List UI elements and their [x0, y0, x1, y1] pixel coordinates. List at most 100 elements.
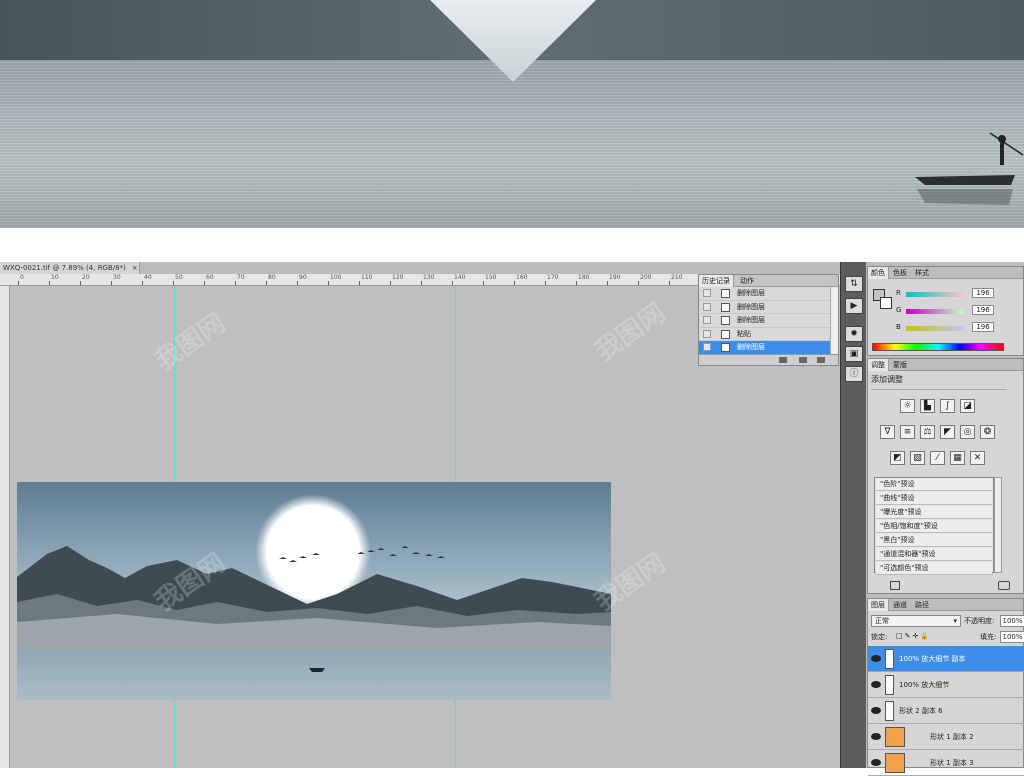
tab-actions[interactable]: 动作 — [737, 275, 757, 287]
ruler-label: 160 — [516, 274, 528, 281]
history-checkbox[interactable] — [703, 289, 711, 297]
tab-adjustments[interactable]: 调整 — [868, 359, 889, 371]
threshold-icon[interactable]: ⁄ — [930, 451, 945, 465]
selective-color-icon[interactable]: ✕ — [970, 451, 985, 465]
history-row-label: 删除图层 — [737, 343, 765, 351]
vibrance-icon[interactable]: ∇ — [880, 425, 895, 439]
history-checkbox[interactable] — [703, 343, 711, 351]
history-row[interactable]: 删除图层 — [699, 287, 838, 301]
background-color-swatch[interactable] — [880, 297, 892, 309]
paste-icon — [721, 329, 730, 339]
adjustments-panel-icon[interactable]: ▣ — [845, 346, 863, 362]
fill-field[interactable]: 100% — [1000, 631, 1024, 643]
preset-black-white[interactable]: "黑白"预设 — [876, 534, 992, 547]
color-spectrum-bar[interactable] — [872, 343, 1004, 351]
trash-icon[interactable] — [817, 357, 825, 363]
eye-icon[interactable] — [871, 707, 881, 714]
snapshot-icon[interactable] — [799, 357, 807, 363]
invert-icon[interactable]: ◩ — [890, 451, 905, 465]
opacity-field[interactable]: 100% — [1000, 615, 1024, 627]
hue-saturation-icon[interactable]: ≡ — [900, 425, 915, 439]
layer-thumbnail — [885, 727, 905, 747]
ruler-tick — [18, 281, 19, 285]
vertical-ruler[interactable] — [0, 286, 10, 768]
black-white-icon[interactable]: ◤ — [940, 425, 955, 439]
history-row[interactable]: 粘贴 — [699, 328, 838, 341]
layer-row[interactable]: 形状 1 副本 3 — [868, 750, 1024, 776]
color-panel-icon[interactable]: ✹ — [845, 326, 863, 342]
history-checkbox[interactable] — [703, 316, 711, 324]
preset-exposure[interactable]: "曝光度"预设 — [876, 506, 992, 519]
posterize-icon[interactable]: ▨ — [910, 451, 925, 465]
history-checkbox[interactable] — [703, 329, 711, 338]
ruler-label: 210 — [671, 274, 683, 281]
layer-row[interactable]: 100% 放大细节 副本 — [868, 646, 1024, 672]
green-slider[interactable] — [906, 309, 964, 314]
tab-layers[interactable]: 图层 — [868, 599, 889, 611]
eye-icon[interactable] — [871, 759, 881, 766]
red-slider[interactable] — [906, 292, 964, 297]
tab-styles[interactable]: 样式 — [912, 267, 932, 279]
history-row-selected[interactable]: 删除图层 — [699, 341, 838, 355]
ruler-tick — [142, 281, 143, 285]
history-scrollbar[interactable] — [830, 287, 838, 355]
channel-label: G — [896, 306, 902, 314]
document-tab[interactable]: WXQ-0021.tif @ 7.89% (4, RGB/8*) × — [0, 262, 140, 274]
curves-icon[interactable]: ∫ — [940, 399, 955, 413]
exposure-icon[interactable]: ◪ — [960, 399, 975, 413]
photo-filter-icon[interactable]: ◎ — [960, 425, 975, 439]
panel-menu-icon[interactable] — [998, 581, 1010, 590]
photoshop-workspace: WXQ-0021.tif @ 7.89% (4, RGB/8*) × 0 10 20 3… — [0, 262, 1024, 776]
preset-scrollbar[interactable] — [994, 477, 1002, 573]
eye-icon[interactable] — [871, 655, 881, 662]
preset-curves[interactable]: "曲线"预设 — [876, 492, 992, 505]
red-value-field[interactable]: 196 — [972, 288, 994, 298]
preset-selective-color[interactable]: "可选颜色"预设 — [876, 562, 992, 575]
layer-row[interactable]: 形状 1 副本 2 — [868, 724, 1024, 750]
history-checkbox[interactable] — [703, 302, 711, 311]
panel-dock-strip: ⇅ ▶ ✹ ▣ ⓘ — [840, 262, 866, 768]
ruler-tick — [607, 281, 608, 285]
clip-layer-icon[interactable] — [890, 581, 900, 590]
gradient-map-icon[interactable]: ▦ — [950, 451, 965, 465]
blue-slider[interactable] — [906, 326, 964, 331]
history-row[interactable]: 删除图层 — [699, 301, 838, 314]
layer-icon — [721, 343, 730, 352]
tab-masks[interactable]: 蒙版 — [890, 359, 910, 371]
ruler-tick — [173, 281, 174, 285]
eye-icon[interactable] — [871, 681, 881, 688]
tab-history[interactable]: 历史记录 — [699, 275, 734, 287]
blue-value-field[interactable]: 196 — [972, 322, 994, 332]
preset-hue-saturation[interactable]: "色相/饱和度"预设 — [876, 520, 992, 533]
color-balance-icon[interactable]: ⚖ — [920, 425, 935, 439]
ruler-label: 0 — [20, 274, 24, 281]
info-panel-icon[interactable]: ⓘ — [845, 366, 863, 382]
ruler-tick — [80, 281, 81, 285]
ruler-label: 180 — [578, 274, 590, 281]
eye-icon[interactable] — [871, 733, 881, 740]
tab-color[interactable]: 颜色 — [868, 267, 889, 279]
ruler-tick — [576, 281, 577, 285]
ruler-label: 200 — [640, 274, 652, 281]
ruler-tick — [421, 281, 422, 285]
lock-icons[interactable]: □✎✛🔒 — [896, 632, 931, 640]
tab-channels[interactable]: 通道 — [890, 599, 910, 611]
tab-paths[interactable]: 路径 — [912, 599, 932, 611]
history-row[interactable]: 删除图层 — [699, 314, 838, 328]
levels-icon[interactable]: ▙ — [920, 399, 935, 413]
green-value-field[interactable]: 196 — [972, 305, 994, 315]
layer-row[interactable]: 形状 2 副本 6 — [868, 698, 1024, 724]
ruler-label: 10 — [51, 274, 59, 281]
actions-panel-icon[interactable]: ▶ — [845, 298, 863, 314]
preset-channel-mixer[interactable]: "通道混和器"预设 — [876, 548, 992, 561]
history-panel-icon[interactable]: ⇅ — [845, 276, 863, 292]
layer-row[interactable]: 100% 放大细节 — [868, 672, 1024, 698]
blend-mode-select[interactable]: 正常 ▾ — [871, 615, 961, 627]
preset-levels[interactable]: "色阶"预设 — [876, 478, 992, 491]
new-document-icon[interactable] — [779, 357, 787, 363]
history-row-label: 删除图层 — [737, 289, 765, 297]
tab-swatches[interactable]: 色板 — [890, 267, 910, 279]
channel-mixer-icon[interactable]: ❂ — [980, 425, 995, 439]
close-icon[interactable]: × — [132, 264, 138, 272]
brightness-icon[interactable]: ☼ — [900, 399, 915, 413]
